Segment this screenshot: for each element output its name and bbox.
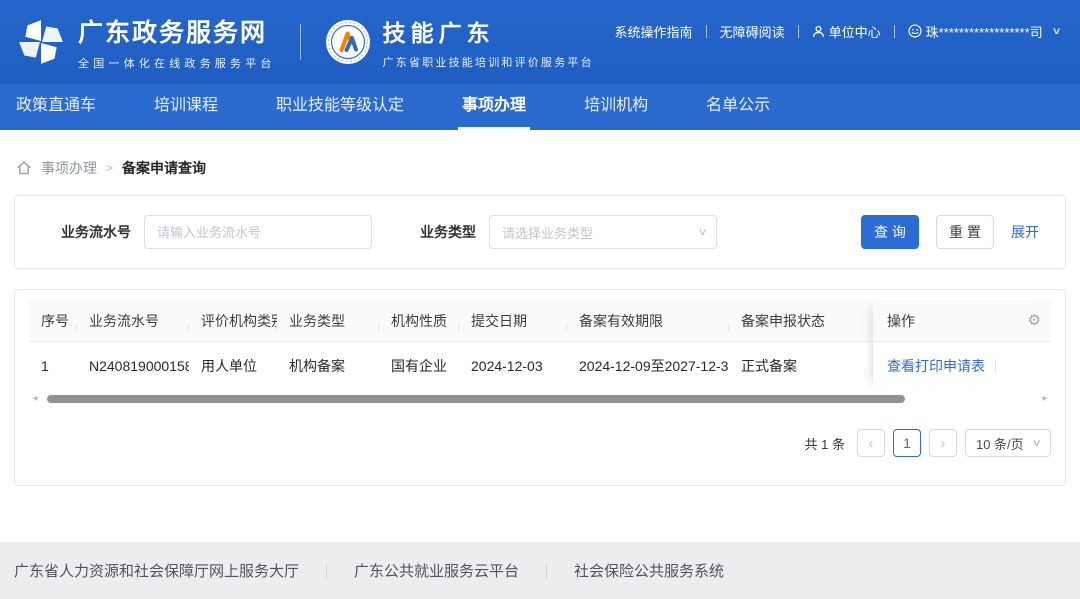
home-icon[interactable]	[16, 160, 32, 176]
next-page-button[interactable]: ›	[929, 429, 957, 457]
content: 事项办理 > 备案申请查询 业务流水号 业务类型 请选择业务类型 ∨ 查 询 重…	[0, 130, 1080, 486]
col-seq: 序号	[29, 311, 77, 331]
column-settings-gear-icon[interactable]: ⚙	[1028, 313, 1041, 328]
user-avatar-icon	[908, 24, 922, 38]
page-size-value: 10 条/页	[976, 434, 1024, 453]
col-biz-type: 业务类型	[277, 311, 379, 331]
breadcrumb: 事项办理 > 备案申请查询	[16, 158, 1064, 178]
nav-item-skill-certification[interactable]: 职业技能等级认定	[276, 84, 404, 130]
nav-item-matters[interactable]: 事项办理	[462, 84, 526, 130]
results-table: 序号 业务流水号 评价机构类别 业务类型 机构性质 提交日期 备案有效期限 备案…	[29, 300, 1051, 390]
nav-item-courses[interactable]: 培训课程	[154, 84, 218, 130]
platform-name: 技能广东	[383, 14, 594, 48]
business-type-select[interactable]: 请选择业务类型 ∨	[489, 215, 717, 249]
footer-divider	[546, 563, 547, 579]
accessibility-label: 无障碍阅读	[720, 22, 785, 41]
chevron-down-icon: ∨	[697, 227, 707, 238]
footer-link-hrss-hall[interactable]: 广东省人力资源和社会保障厅网上服务大厅	[14, 560, 299, 581]
nav-item-training-orgs[interactable]: 培训机构	[584, 84, 648, 130]
search-panel: 业务流水号 业务类型 请选择业务类型 ∨ 查 询 重 置 展开	[14, 195, 1066, 269]
next-icon: ›	[941, 435, 946, 451]
pagination: 共 1 条 ‹ 1 › 10 条/页 ∨	[29, 429, 1051, 457]
breadcrumb-current: 备案申请查询	[122, 158, 206, 178]
gd-gov-pinwheel-logo-icon	[16, 17, 66, 67]
action-divider	[995, 359, 996, 373]
site-header: 广东政务服务网 全国一体化在线政务服务平台 技能广东 广东省职业技能培训和评价服…	[0, 0, 1080, 84]
cell-status: 正式备案	[729, 356, 879, 376]
prev-page-button[interactable]: ‹	[857, 429, 885, 457]
user-name: 珠******************司	[926, 22, 1043, 41]
unit-center-label: 单位中心	[829, 22, 881, 41]
person-icon	[812, 25, 825, 38]
cell-org-nature: 国有企业	[379, 356, 459, 376]
prev-icon: ‹	[869, 435, 874, 451]
footer-link-employment-cloud[interactable]: 广东公共就业服务云平台	[354, 560, 519, 581]
cell-serial: N240819000158	[77, 358, 189, 374]
expand-link[interactable]: 展开	[1011, 222, 1039, 242]
nav-item-public-list[interactable]: 名单公示	[706, 84, 770, 130]
footer-link-social-insurance[interactable]: 社会保险公共服务系统	[574, 560, 724, 581]
gd-gov-brand-text: 广东政务服务网 全国一体化在线政务服务平台	[78, 13, 276, 71]
site-footer: 广东省人力资源和社会保障厅网上服务大厅 广东公共就业服务云平台 社会保险公共服务…	[0, 542, 1080, 599]
col-serial: 业务流水号	[77, 311, 189, 331]
query-button[interactable]: 查 询	[861, 215, 919, 249]
user-menu[interactable]: 珠******************司 ∨	[908, 22, 1060, 41]
view-print-application-link[interactable]: 查看打印申请表	[887, 356, 985, 376]
page-number-button[interactable]: 1	[893, 429, 921, 457]
chevron-down-icon: ∨	[1051, 26, 1061, 37]
col-org-nature: 机构性质	[379, 311, 459, 331]
site-subtitle: 全国一体化在线政务服务平台	[78, 55, 276, 71]
nav-item-policy[interactable]: 政策直通车	[16, 84, 96, 130]
col-submit-date: 提交日期	[459, 311, 567, 331]
main-nav: 政策直通车 培训课程 职业技能等级认定 事项办理 培训机构 名单公示	[0, 84, 1080, 130]
col-validity: 备案有效期限	[567, 311, 729, 331]
business-type-placeholder: 请选择业务类型	[502, 223, 593, 242]
accessibility-link[interactable]: 无障碍阅读	[720, 22, 785, 41]
chevron-down-icon: ∨	[1031, 438, 1041, 449]
cell-biz-type: 机构备案	[277, 356, 379, 376]
breadcrumb-section[interactable]: 事项办理	[41, 158, 97, 178]
platform-subtitle: 广东省职业技能培训和评价服务平台	[383, 54, 594, 70]
unit-center-link[interactable]: 单位中心	[812, 22, 881, 41]
col-status: 备案申报状态	[729, 311, 879, 331]
reset-button[interactable]: 重 置	[936, 215, 994, 249]
page: 广东政务服务网 全国一体化在线政务服务平台 技能广东 广东省职业技能培训和评价服…	[0, 0, 1080, 599]
scrollbar-track[interactable]	[41, 395, 1039, 403]
pagination-total: 共 1 条	[805, 434, 845, 453]
brand-area: 广东政务服务网 全国一体化在线政务服务平台 技能广东 广东省职业技能培训和评价服…	[16, 13, 594, 71]
horizontal-scrollbar: ◂ ▸	[29, 392, 1051, 405]
skills-guangdong-emblem-icon	[325, 19, 371, 65]
scroll-left-arrow-icon[interactable]: ◂	[29, 394, 41, 404]
site-name: 广东政务服务网	[78, 13, 276, 49]
cell-org-category: 用人单位	[189, 356, 277, 376]
footer-divider	[326, 563, 327, 579]
col-org-category: 评价机构类别	[189, 311, 277, 331]
fixed-action-column: 操作 ⚙ 查看打印申请表	[873, 300, 1051, 390]
link-separator	[798, 25, 799, 38]
cell-submit-date: 2024-12-03	[459, 358, 567, 374]
system-guide-link[interactable]: 系统操作指南	[615, 22, 693, 41]
breadcrumb-divider: >	[106, 161, 113, 175]
scroll-right-arrow-icon[interactable]: ▸	[1039, 394, 1051, 404]
search-actions: 查 询 重 置 展开	[861, 215, 1039, 249]
brand-divider	[300, 24, 301, 60]
cell-seq: 1	[29, 358, 77, 374]
page-size-select[interactable]: 10 条/页 ∨	[965, 429, 1051, 457]
serial-number-label: 业务流水号	[61, 222, 131, 242]
results-panel: 序号 业务流水号 评价机构类别 业务类型 机构性质 提交日期 备案有效期限 备案…	[14, 289, 1066, 486]
col-action: 操作	[887, 311, 915, 331]
header-links: 系统操作指南 无障碍阅读 单位中心 珠***************	[615, 22, 1060, 41]
business-type-label: 业务类型	[420, 222, 476, 242]
action-column-header: 操作 ⚙	[873, 300, 1051, 342]
action-cell: 查看打印申请表	[873, 342, 1051, 390]
serial-number-input[interactable]	[144, 215, 372, 249]
skills-gd-brand-text: 技能广东 广东省职业技能培训和评价服务平台	[383, 14, 594, 70]
system-guide-label: 系统操作指南	[615, 22, 693, 41]
scrollbar-thumb[interactable]	[47, 395, 905, 403]
cell-validity: 2024-12-09至2027-12-31	[567, 356, 729, 376]
link-separator	[894, 25, 895, 38]
link-separator	[706, 25, 707, 38]
